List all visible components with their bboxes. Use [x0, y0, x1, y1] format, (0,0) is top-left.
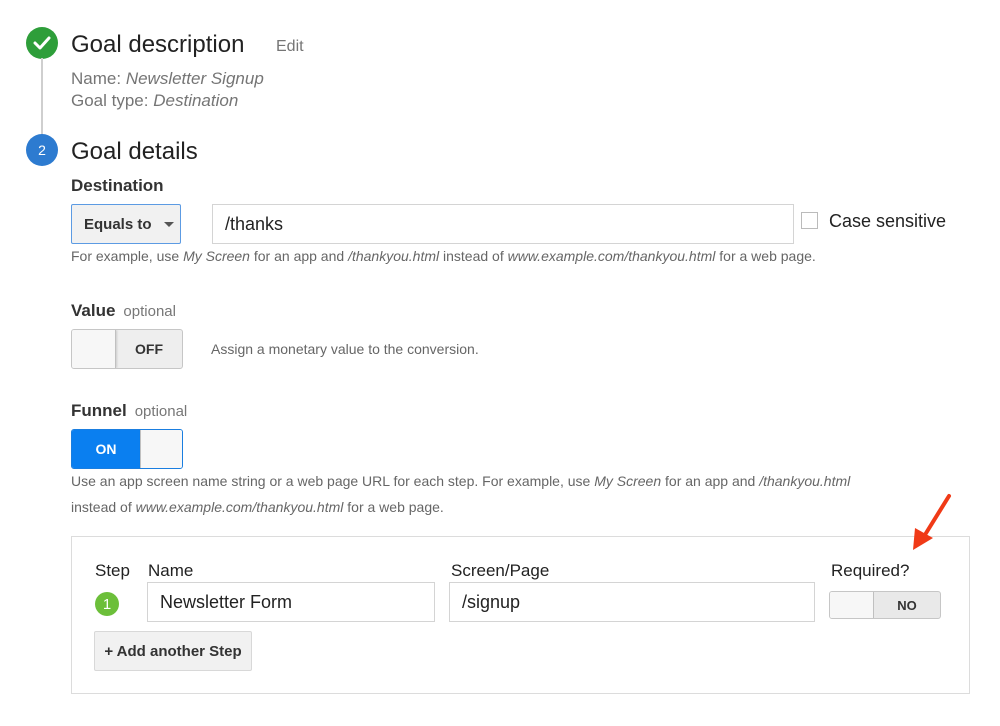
value-optional-label: optional — [123, 303, 176, 320]
toggle-knob — [72, 330, 116, 368]
goal-description-heading: Goal description — [71, 31, 245, 58]
funnel-step-screen-input[interactable]: /signup — [449, 582, 815, 622]
funnel-help-text: Use an app screen name string or a web p… — [71, 473, 851, 515]
goal-type-value: Destination — [153, 91, 239, 110]
funnel-optional-label: optional — [134, 403, 188, 420]
column-header-name: Name — [148, 561, 194, 580]
required-toggle[interactable]: NO — [829, 591, 941, 619]
funnel-toggle[interactable]: ON — [71, 429, 183, 469]
match-type-dropdown[interactable]: Equals to — [71, 204, 181, 244]
add-another-step-button[interactable]: + Add another Step — [94, 631, 252, 671]
funnel-toggle-state: ON — [72, 430, 140, 468]
goal-type-label: Goal type: — [71, 91, 149, 110]
value-description: Assign a monetary value to the conversio… — [211, 341, 479, 357]
funnel-step-screen-value: /signup — [462, 591, 521, 612]
case-sensitive-checkbox[interactable] — [801, 212, 818, 229]
goal-details-heading: Goal details — [71, 138, 198, 165]
funnel-step-number-badge: 1 — [95, 592, 119, 616]
funnel-step-name-input[interactable]: Newsletter Form — [147, 582, 435, 622]
toggle-knob — [140, 430, 182, 468]
column-header-screen-page: Screen/Page — [451, 561, 550, 580]
goal-type-line: Goal type: Destination — [71, 90, 238, 112]
goal-name-line: Name: Newsletter Signup — [71, 68, 264, 90]
case-sensitive-label: Case sensitive — [829, 211, 947, 231]
funnel-step-name-value: Newsletter Form — [160, 591, 293, 612]
step-number-badge: 2 — [26, 134, 58, 166]
destination-label: Destination — [71, 176, 164, 195]
goal-name-label: Name: — [71, 69, 122, 88]
required-toggle-state: NO — [897, 597, 917, 613]
step-connector-line — [41, 58, 43, 135]
step-complete-check-icon — [26, 27, 58, 59]
value-toggle-state: OFF — [135, 341, 163, 357]
goal-name-value: Newsletter Signup — [125, 69, 264, 88]
value-label: Value optional — [71, 301, 176, 320]
match-type-value: Equals to — [84, 215, 152, 233]
toggle-knob — [830, 592, 874, 618]
column-header-required: Required? — [831, 561, 910, 580]
destination-input-value: /thanks — [225, 213, 284, 234]
destination-input[interactable]: /thanks — [212, 204, 794, 244]
edit-goal-description-link[interactable]: Edit — [276, 38, 304, 56]
destination-help-text: For example, use My Screen for an app an… — [71, 248, 816, 264]
chevron-down-icon — [163, 221, 174, 227]
value-toggle[interactable]: OFF — [71, 329, 183, 369]
funnel-label: Funnel optional — [71, 401, 188, 420]
column-header-step: Step — [95, 561, 130, 580]
annotation-arrow-icon — [913, 494, 951, 550]
